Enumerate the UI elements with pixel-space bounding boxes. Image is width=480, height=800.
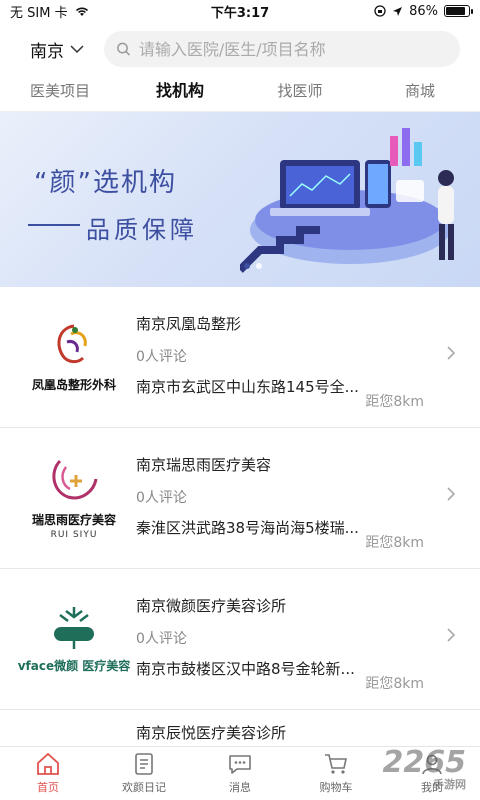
tab-medical-projects[interactable]: 医美项目 xyxy=(0,76,120,111)
search-icon xyxy=(117,42,131,56)
chevron-right-icon xyxy=(447,487,456,501)
institution-name: 南京瑞思雨医疗美容 xyxy=(136,456,272,474)
phoenix-logo-icon xyxy=(57,324,87,363)
lock-rotation-icon xyxy=(374,5,386,17)
tab-mall[interactable]: 商城 xyxy=(360,76,480,111)
cart-icon xyxy=(325,754,347,774)
distance-label: 距您8km xyxy=(365,394,424,410)
institution-logo xyxy=(18,710,130,749)
tab-find-institution[interactable]: 找机构 xyxy=(120,76,240,117)
logo-caption: 瑞思雨医疗美容 xyxy=(31,512,116,527)
banner-subheadline: 品质保障 xyxy=(86,216,198,244)
list-item[interactable]: 南京辰悦医疗美容诊所 xyxy=(0,710,480,750)
search-input[interactable] xyxy=(138,39,448,59)
chevron-down-icon xyxy=(70,44,84,53)
nav-profile[interactable]: 我的 xyxy=(384,747,480,800)
search-bar[interactable] xyxy=(104,31,460,67)
diary-icon xyxy=(135,753,153,775)
category-tabs: 医美项目 找机构 找医师 商城 xyxy=(0,76,480,117)
search-header: 南京 xyxy=(0,22,480,76)
nav-home-label: 首页 xyxy=(37,781,59,794)
distance-label: 距您8km xyxy=(365,535,424,551)
nav-cart-label: 购物车 xyxy=(319,781,353,794)
tab-find-doctor[interactable]: 找医师 xyxy=(240,76,360,111)
logo-caption: 凤凰岛整形外科 xyxy=(31,377,116,392)
battery-percent: 86% xyxy=(409,3,438,19)
nav-messages-label: 消息 xyxy=(229,781,251,794)
logo-subcaption: RUI SIYU xyxy=(50,529,98,540)
list-item[interactable]: vface微颜 医疗美容 南京微颜医疗美容诊所 0人评论 南京市鼓楼区汉中路8号… xyxy=(0,569,480,710)
banner-illustration xyxy=(240,128,454,273)
nav-home[interactable]: 首页 xyxy=(0,747,96,800)
distance-label: 距您8km xyxy=(365,676,424,692)
location-icon xyxy=(393,6,403,16)
vface-logo-icon xyxy=(54,606,94,649)
banner-dot[interactable] xyxy=(244,263,250,269)
institution-name: 南京微颜医疗美容诊所 xyxy=(136,597,287,615)
home-icon xyxy=(37,752,59,775)
profile-icon xyxy=(422,754,442,775)
review-count: 0人评论 xyxy=(136,349,187,365)
logo-caption: vface微颜 医疗美容 xyxy=(17,658,131,673)
review-count: 0人评论 xyxy=(136,631,187,647)
nav-diary[interactable]: 欢颜日记 xyxy=(96,747,192,800)
city-selector[interactable]: 南京 xyxy=(30,37,90,62)
bottom-nav: 首页 欢颜日记 消息 购物车 我的 xyxy=(0,746,480,800)
chevron-right-icon xyxy=(447,346,456,360)
nav-profile-label: 我的 xyxy=(421,781,443,794)
banner-divider xyxy=(28,224,80,226)
battery-icon xyxy=(444,5,473,17)
nav-diary-label: 欢颜日记 xyxy=(122,781,166,794)
city-label: 南京 xyxy=(30,41,64,62)
chevron-right-icon xyxy=(447,628,456,642)
review-count: 0人评论 xyxy=(136,490,187,506)
ruisiyu-logo-icon xyxy=(52,459,98,499)
nav-messages[interactable]: 消息 xyxy=(192,747,288,800)
banner-headline: “颜”选机构 xyxy=(34,168,177,198)
nav-cart[interactable]: 购物车 xyxy=(288,747,384,800)
banner-pagination[interactable] xyxy=(244,263,262,269)
institution-logo: 凤凰岛整形外科 xyxy=(18,287,130,427)
message-icon xyxy=(229,755,251,774)
status-bar: 无 SIM 卡 下午3:17 86% xyxy=(0,0,480,22)
banner-dot[interactable] xyxy=(256,263,262,269)
institution-logo: 瑞思雨医疗美容 RUI SIYU xyxy=(18,428,130,568)
institution-name: 南京辰悦医疗美容诊所 xyxy=(136,724,287,742)
carrier-label: 无 SIM 卡 xyxy=(10,5,68,21)
institution-name: 南京凤凰岛整形 xyxy=(136,315,242,333)
promo-banner[interactable]: “颜”选机构 品质保障 xyxy=(0,112,480,287)
institution-list: 凤凰岛整形外科 南京凤凰岛整形 0人评论 南京市玄武区中山东路145号全... … xyxy=(0,287,480,750)
wifi-icon xyxy=(75,7,88,16)
list-item[interactable]: 瑞思雨医疗美容 RUI SIYU 南京瑞思雨医疗美容 0人评论 秦淮区洪武路38… xyxy=(0,428,480,569)
list-item[interactable]: 凤凰岛整形外科 南京凤凰岛整形 0人评论 南京市玄武区中山东路145号全... … xyxy=(0,287,480,428)
institution-logo: vface微颜 医疗美容 xyxy=(18,569,130,709)
